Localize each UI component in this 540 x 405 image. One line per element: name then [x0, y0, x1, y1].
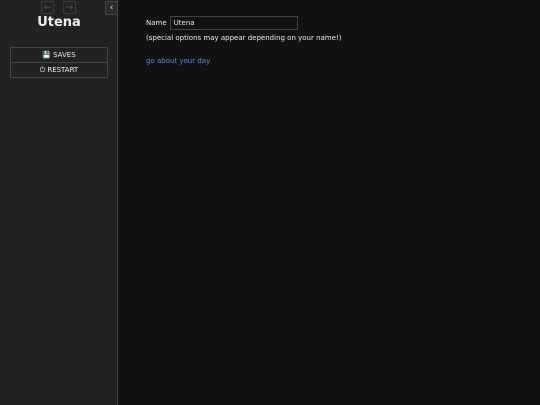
- restart-button[interactable]: ⏻ RESTART: [11, 62, 107, 77]
- saves-label: SAVES: [53, 51, 76, 59]
- sidebar-menu: 💾 SAVES ⏻ RESTART: [10, 47, 108, 78]
- power-icon: ⏻: [39, 66, 46, 74]
- passage: Name (special options may appear dependi…: [146, 16, 341, 65]
- history-back-button[interactable]: ←: [41, 1, 54, 14]
- name-hint: (special options may appear depending on…: [146, 34, 342, 42]
- go-about-your-day-link[interactable]: go about your day: [146, 57, 341, 65]
- restart-label: RESTART: [47, 66, 79, 74]
- name-input[interactable]: [169, 16, 298, 30]
- sidebar-toggle-button[interactable]: ‹: [105, 1, 118, 15]
- story-title: Utena: [37, 15, 81, 30]
- chevron-left-icon: ‹: [109, 3, 114, 13]
- arrow-left-icon: ←: [43, 3, 52, 13]
- floppy-disk-icon: 💾: [42, 51, 52, 59]
- name-row: Name: [146, 16, 341, 30]
- saves-button[interactable]: 💾 SAVES: [11, 48, 107, 62]
- sidebar: ← → ‹ Utena 💾 SAVES ⏻ RESTART: [0, 0, 118, 405]
- arrow-right-icon: →: [65, 3, 74, 13]
- name-label: Name: [146, 19, 167, 27]
- history-forward-button[interactable]: →: [63, 1, 76, 14]
